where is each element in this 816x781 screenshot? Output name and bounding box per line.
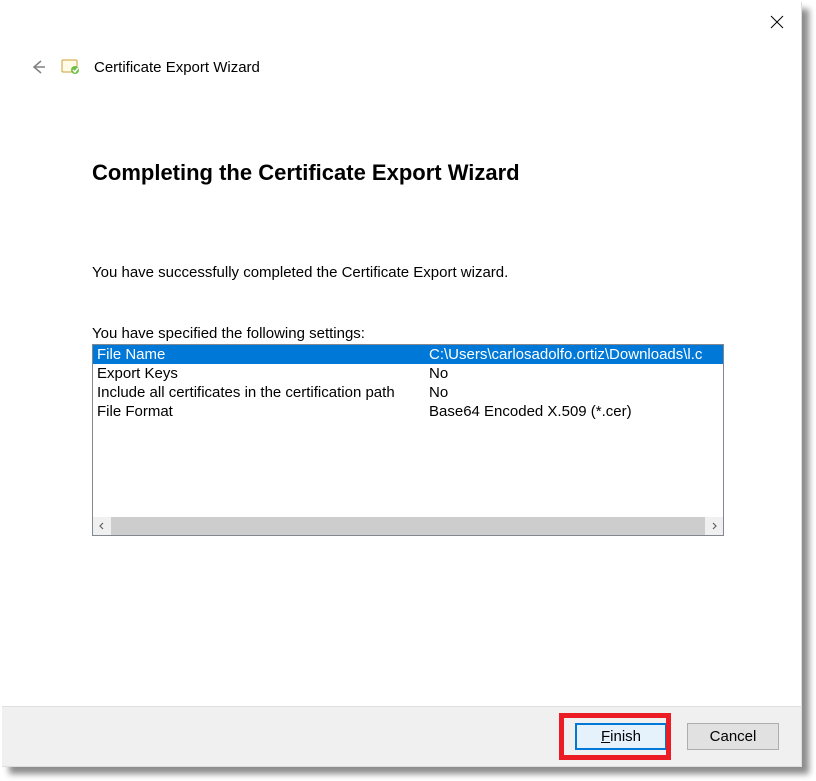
scroll-left-icon[interactable] bbox=[93, 517, 111, 535]
close-icon[interactable] bbox=[767, 12, 787, 32]
settings-key: File Format bbox=[93, 402, 425, 421]
titlebar bbox=[2, 2, 801, 38]
button-footer: Finish Cancel bbox=[2, 706, 801, 766]
settings-key: Include all certificates in the certific… bbox=[93, 383, 425, 402]
certificate-wizard-icon bbox=[60, 56, 82, 78]
settings-value: C:\Users\carlosadolfo.ortiz\Downloads\l.… bbox=[425, 345, 723, 364]
back-arrow-icon[interactable] bbox=[28, 57, 48, 77]
header-row: Certificate Export Wizard bbox=[2, 56, 801, 78]
success-message: You have successfully completed the Cert… bbox=[92, 264, 711, 281]
content-area: Completing the Certificate Export Wizard… bbox=[2, 78, 801, 536]
settings-row[interactable]: File NameC:\Users\carlosadolfo.ortiz\Dow… bbox=[93, 345, 723, 364]
finish-button[interactable]: Finish bbox=[575, 723, 667, 750]
wizard-title: Certificate Export Wizard bbox=[94, 59, 260, 76]
dialog-window: Certificate Export Wizard Completing the… bbox=[2, 2, 802, 767]
settings-listview[interactable]: File NameC:\Users\carlosadolfo.ortiz\Dow… bbox=[92, 344, 724, 536]
settings-table: File NameC:\Users\carlosadolfo.ortiz\Dow… bbox=[93, 345, 723, 421]
settings-row[interactable]: Include all certificates in the certific… bbox=[93, 383, 723, 402]
scrollbar-thumb[interactable] bbox=[111, 517, 705, 535]
settings-label: You have specified the following setting… bbox=[92, 325, 711, 342]
settings-row[interactable]: Export KeysNo bbox=[93, 364, 723, 383]
settings-value: No bbox=[425, 364, 723, 383]
page-heading: Completing the Certificate Export Wizard bbox=[92, 160, 711, 186]
settings-value: Base64 Encoded X.509 (*.cer) bbox=[425, 402, 723, 421]
cancel-button[interactable]: Cancel bbox=[687, 723, 779, 750]
horizontal-scrollbar[interactable] bbox=[93, 517, 723, 535]
settings-value: No bbox=[425, 383, 723, 402]
listview-empty-area bbox=[93, 421, 723, 517]
settings-key: File Name bbox=[93, 345, 425, 364]
scroll-right-icon[interactable] bbox=[705, 517, 723, 535]
settings-row[interactable]: File FormatBase64 Encoded X.509 (*.cer) bbox=[93, 402, 723, 421]
settings-key: Export Keys bbox=[93, 364, 425, 383]
